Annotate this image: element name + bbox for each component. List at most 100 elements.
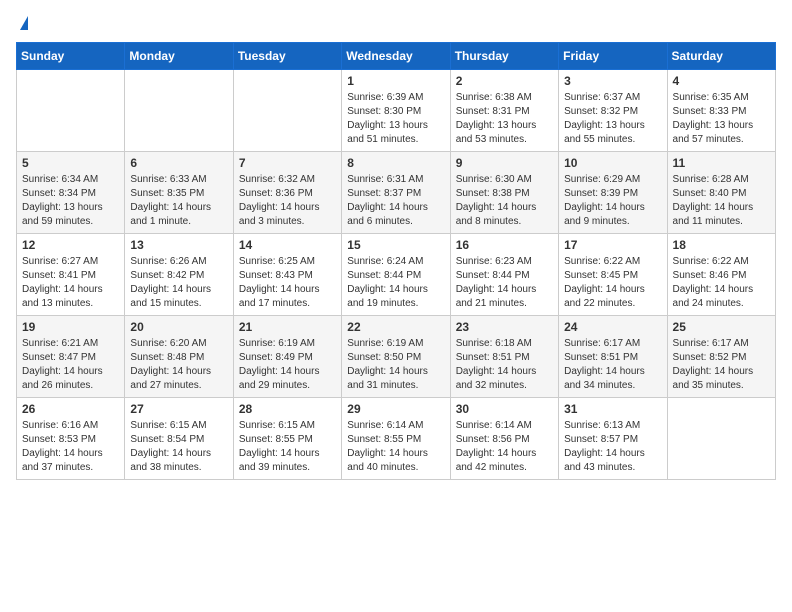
day-info: Sunrise: 6:29 AMSunset: 8:39 PMDaylight:…	[564, 173, 661, 229]
calendar-cell: 24 Sunrise: 6:17 AMSunset: 8:51 PMDayligh…	[559, 316, 667, 398]
day-info: Sunrise: 6:20 AMSunset: 8:48 PMDaylight:…	[130, 337, 227, 393]
calendar-cell: 22Sunrise: 6:19 AMSunset: 8:50 PMDayligh…	[342, 316, 450, 398]
calendar-cell: 6Sunrise: 6:33 AMSunset: 8:35 PMDaylight…	[125, 152, 233, 234]
calendar-cell: 15 Sunrise: 6:24 AMSunset: 8:44 PMDayligh…	[342, 234, 450, 316]
weekday-header-monday: Monday	[125, 43, 233, 70]
day-number: 4	[673, 74, 770, 88]
calendar-cell: 14Sunrise: 6:25 AMSunset: 8:43 PMDayligh…	[233, 234, 341, 316]
calendar-cell: 21 Sunrise: 6:19 AMSunset: 8:49 PMDayligh…	[233, 316, 341, 398]
calendar-cell: 31 Sunrise: 6:13 AMSunset: 8:57 PMDayligh…	[559, 398, 667, 480]
calendar-week-row: 26 Sunrise: 6:16 AMSunset: 8:53 PMDayligh…	[17, 398, 776, 480]
day-info: Sunrise: 6:30 AMSunset: 8:38 PMDaylight:…	[456, 173, 553, 229]
day-info: Sunrise: 6:13 AMSunset: 8:57 PMDaylight:…	[564, 419, 661, 475]
day-info: Sunrise: 6:24 AMSunset: 8:44 PMDaylight:…	[347, 255, 444, 311]
day-number: 26	[22, 402, 119, 416]
day-number: 3	[564, 74, 661, 88]
day-info: Sunrise: 6:19 AMSunset: 8:49 PMDaylight:…	[239, 337, 336, 393]
calendar-week-row: 12 Sunrise: 6:27 AMSunset: 8:41 PMDayligh…	[17, 234, 776, 316]
logo	[16, 16, 28, 30]
day-number: 2	[456, 74, 553, 88]
day-number: 15	[347, 238, 444, 252]
weekday-header-wednesday: Wednesday	[342, 43, 450, 70]
day-info: Sunrise: 6:28 AMSunset: 8:40 PMDaylight:…	[673, 173, 770, 229]
day-number: 24	[564, 320, 661, 334]
calendar-cell: 26 Sunrise: 6:16 AMSunset: 8:53 PMDayligh…	[17, 398, 125, 480]
day-number: 31	[564, 402, 661, 416]
logo-triangle-icon	[20, 16, 28, 30]
day-info: Sunrise: 6:37 AMSunset: 8:32 PMDaylight:…	[564, 91, 661, 147]
day-number: 13	[130, 238, 227, 252]
day-number: 10	[564, 156, 661, 170]
calendar-cell: 2 Sunrise: 6:38 AMSunset: 8:31 PMDaylight…	[450, 70, 558, 152]
day-number: 30	[456, 402, 553, 416]
weekday-header-tuesday: Tuesday	[233, 43, 341, 70]
day-info: Sunrise: 6:35 AMSunset: 8:33 PMDaylight:…	[673, 91, 770, 147]
day-info: Sunrise: 6:22 AMSunset: 8:46 PMDaylight:…	[673, 255, 770, 311]
calendar-cell: 16 Sunrise: 6:23 AMSunset: 8:44 PMDayligh…	[450, 234, 558, 316]
calendar-cell	[17, 70, 125, 152]
day-number: 5	[22, 156, 119, 170]
calendar-cell	[233, 70, 341, 152]
calendar-cell: 13Sunrise: 6:26 AMSunset: 8:42 PMDayligh…	[125, 234, 233, 316]
day-number: 22	[347, 320, 444, 334]
day-info: Sunrise: 6:33 AMSunset: 8:35 PMDaylight:…	[130, 173, 227, 229]
day-info: Sunrise: 6:22 AMSunset: 8:45 PMDaylight:…	[564, 255, 661, 311]
day-number: 16	[456, 238, 553, 252]
calendar-cell: 29Sunrise: 6:14 AMSunset: 8:55 PMDayligh…	[342, 398, 450, 480]
weekday-header-thursday: Thursday	[450, 43, 558, 70]
calendar-week-row: 19 Sunrise: 6:21 AMSunset: 8:47 PMDayligh…	[17, 316, 776, 398]
day-number: 21	[239, 320, 336, 334]
day-number: 23	[456, 320, 553, 334]
weekday-header-sunday: Sunday	[17, 43, 125, 70]
weekday-header-friday: Friday	[559, 43, 667, 70]
weekday-header-saturday: Saturday	[667, 43, 775, 70]
day-info: Sunrise: 6:34 AMSunset: 8:34 PMDaylight:…	[22, 173, 119, 229]
calendar-cell: 30 Sunrise: 6:14 AMSunset: 8:56 PMDayligh…	[450, 398, 558, 480]
calendar-cell: 3 Sunrise: 6:37 AMSunset: 8:32 PMDaylight…	[559, 70, 667, 152]
calendar-cell: 23Sunrise: 6:18 AMSunset: 8:51 PMDayligh…	[450, 316, 558, 398]
day-number: 27	[130, 402, 227, 416]
day-info: Sunrise: 6:25 AMSunset: 8:43 PMDaylight:…	[239, 255, 336, 311]
day-info: Sunrise: 6:15 AMSunset: 8:54 PMDaylight:…	[130, 419, 227, 475]
calendar-cell	[667, 398, 775, 480]
day-info: Sunrise: 6:39 AMSunset: 8:30 PMDaylight:…	[347, 91, 444, 147]
day-number: 9	[456, 156, 553, 170]
day-info: Sunrise: 6:21 AMSunset: 8:47 PMDaylight:…	[22, 337, 119, 393]
day-info: Sunrise: 6:32 AMSunset: 8:36 PMDaylight:…	[239, 173, 336, 229]
calendar-cell: 4 Sunrise: 6:35 AMSunset: 8:33 PMDaylight…	[667, 70, 775, 152]
calendar-cell: 5 Sunrise: 6:34 AMSunset: 8:34 PMDaylight…	[17, 152, 125, 234]
day-number: 18	[673, 238, 770, 252]
day-info: Sunrise: 6:27 AMSunset: 8:41 PMDaylight:…	[22, 255, 119, 311]
calendar-cell: 1 Sunrise: 6:39 AMSunset: 8:30 PMDaylight…	[342, 70, 450, 152]
calendar-cell: 12 Sunrise: 6:27 AMSunset: 8:41 PMDayligh…	[17, 234, 125, 316]
day-number: 20	[130, 320, 227, 334]
day-info: Sunrise: 6:23 AMSunset: 8:44 PMDaylight:…	[456, 255, 553, 311]
day-number: 7	[239, 156, 336, 170]
calendar-table: SundayMondayTuesdayWednesdayThursdayFrid…	[16, 42, 776, 480]
calendar-cell: 25Sunrise: 6:17 AMSunset: 8:52 PMDayligh…	[667, 316, 775, 398]
day-number: 29	[347, 402, 444, 416]
calendar-cell: 10 Sunrise: 6:29 AMSunset: 8:39 PMDayligh…	[559, 152, 667, 234]
day-number: 12	[22, 238, 119, 252]
page-header	[16, 16, 776, 30]
day-number: 1	[347, 74, 444, 88]
calendar-cell: 27 Sunrise: 6:15 AMSunset: 8:54 PMDayligh…	[125, 398, 233, 480]
day-number: 11	[673, 156, 770, 170]
weekday-header-row: SundayMondayTuesdayWednesdayThursdayFrid…	[17, 43, 776, 70]
calendar-cell: 7 Sunrise: 6:32 AMSunset: 8:36 PMDaylight…	[233, 152, 341, 234]
day-number: 8	[347, 156, 444, 170]
calendar-cell: 9 Sunrise: 6:30 AMSunset: 8:38 PMDaylight…	[450, 152, 558, 234]
calendar-week-row: 5 Sunrise: 6:34 AMSunset: 8:34 PMDaylight…	[17, 152, 776, 234]
calendar-cell: 20 Sunrise: 6:20 AMSunset: 8:48 PMDayligh…	[125, 316, 233, 398]
day-info: Sunrise: 6:38 AMSunset: 8:31 PMDaylight:…	[456, 91, 553, 147]
calendar-cell	[125, 70, 233, 152]
calendar-cell: 18 Sunrise: 6:22 AMSunset: 8:46 PMDayligh…	[667, 234, 775, 316]
day-info: Sunrise: 6:16 AMSunset: 8:53 PMDaylight:…	[22, 419, 119, 475]
day-number: 25	[673, 320, 770, 334]
day-info: Sunrise: 6:31 AMSunset: 8:37 PMDaylight:…	[347, 173, 444, 229]
calendar-cell: 19 Sunrise: 6:21 AMSunset: 8:47 PMDayligh…	[17, 316, 125, 398]
day-info: Sunrise: 6:17 AMSunset: 8:51 PMDaylight:…	[564, 337, 661, 393]
day-info: Sunrise: 6:14 AMSunset: 8:56 PMDaylight:…	[456, 419, 553, 475]
calendar-week-row: 1 Sunrise: 6:39 AMSunset: 8:30 PMDaylight…	[17, 70, 776, 152]
day-number: 19	[22, 320, 119, 334]
